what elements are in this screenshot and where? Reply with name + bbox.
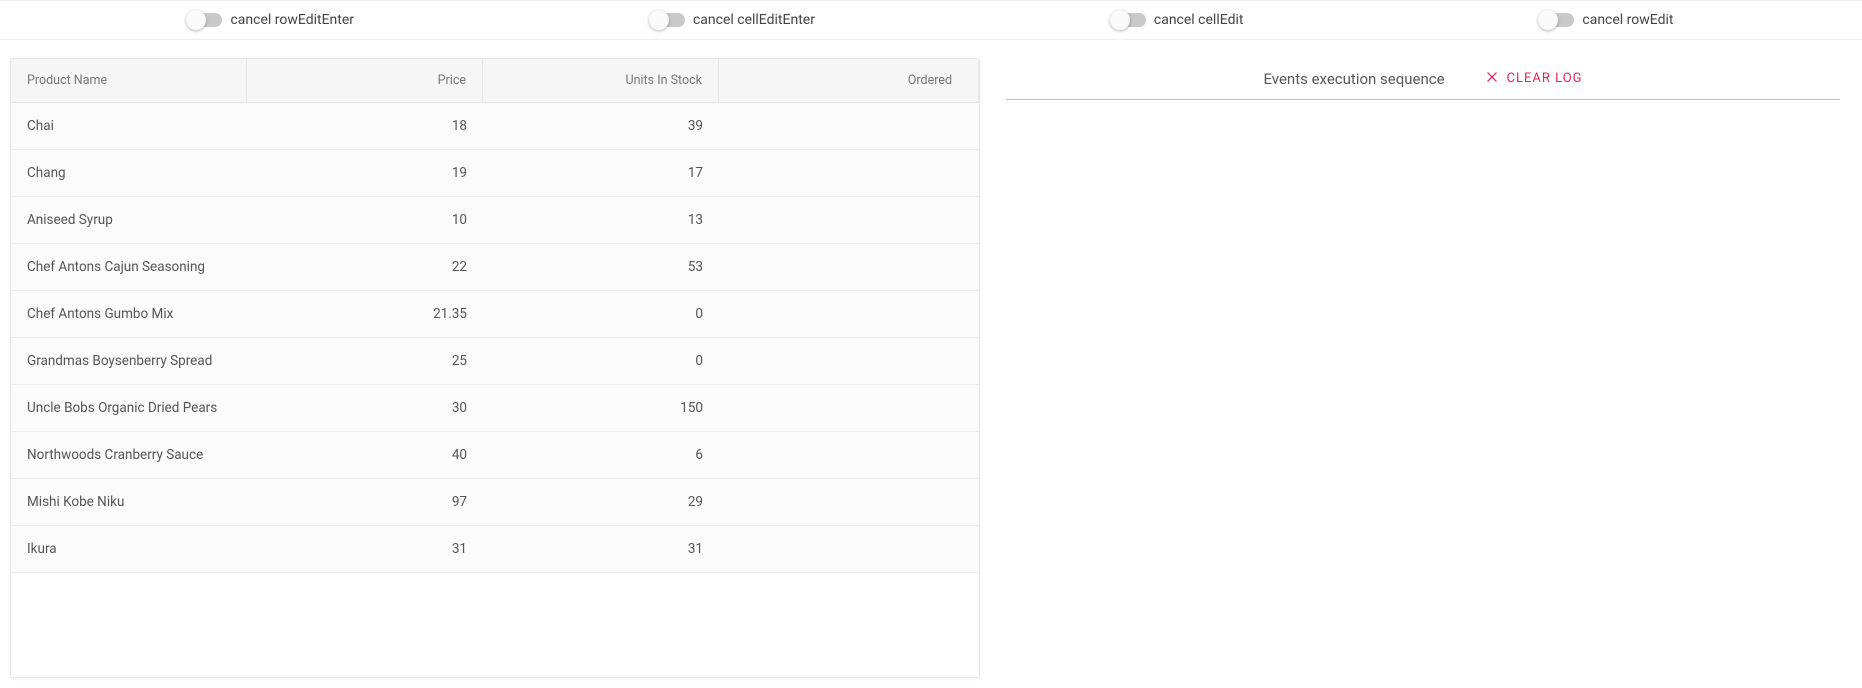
cell-price[interactable]: 21.35	[247, 291, 483, 337]
main-area: Product Name Price Units In Stock Ordere…	[0, 40, 1862, 688]
cell-price[interactable]: 97	[247, 479, 483, 525]
cell-ordered[interactable]	[719, 385, 979, 431]
column-header-price[interactable]: Price	[247, 59, 483, 102]
clear-log-label: CLEAR LOG	[1507, 71, 1583, 86]
close-icon	[1485, 70, 1499, 88]
toggle-bar: cancel rowEditEnter cancel cellEditEnter…	[0, 0, 1862, 40]
cell-price[interactable]: 18	[247, 103, 483, 149]
cell-units-in-stock[interactable]: 150	[483, 385, 719, 431]
cell-units-in-stock[interactable]: 29	[483, 479, 719, 525]
cell-product-name[interactable]: Chai	[11, 103, 247, 149]
cell-product-name[interactable]: Ikura	[11, 526, 247, 572]
cell-product-name[interactable]: Northwoods Cranberry Sauce	[11, 432, 247, 478]
table-row[interactable]: Chef Antons Gumbo Mix21.350	[11, 291, 979, 338]
cell-product-name[interactable]: Chang	[11, 150, 247, 196]
cell-product-name[interactable]: Uncle Bobs Organic Dried Pears	[11, 385, 247, 431]
toggle-cell-edit-enter: cancel cellEditEnter	[651, 12, 815, 28]
column-header-product-name[interactable]: Product Name	[11, 59, 247, 102]
toggle-label: cancel cellEditEnter	[693, 12, 815, 28]
switch-row-edit-enter[interactable]	[188, 13, 222, 27]
cell-units-in-stock[interactable]: 0	[483, 338, 719, 384]
cell-price[interactable]: 22	[247, 244, 483, 290]
cell-price[interactable]: 40	[247, 432, 483, 478]
switch-row-edit[interactable]	[1540, 13, 1574, 27]
table-row[interactable]: Mishi Kobe Niku9729	[11, 479, 979, 526]
grid-panel: Product Name Price Units In Stock Ordere…	[10, 58, 980, 678]
cell-price[interactable]: 19	[247, 150, 483, 196]
toggle-label: cancel rowEditEnter	[230, 12, 354, 28]
table-row[interactable]: Chef Antons Cajun Seasoning2253	[11, 244, 979, 291]
cell-ordered[interactable]	[719, 103, 979, 149]
log-panel: Events execution sequence CLEAR LOG	[1000, 58, 1852, 678]
table-row[interactable]: Grandmas Boysenberry Spread250	[11, 338, 979, 385]
toggle-row-edit: cancel rowEdit	[1540, 12, 1673, 28]
column-header-ordered[interactable]: Ordered	[719, 59, 979, 102]
cell-ordered[interactable]	[719, 479, 979, 525]
cell-units-in-stock[interactable]: 53	[483, 244, 719, 290]
cell-ordered[interactable]	[719, 432, 979, 478]
cell-price[interactable]: 10	[247, 197, 483, 243]
grid-body[interactable]: Chai1839Chang1917Aniseed Syrup1013Chef A…	[11, 103, 979, 677]
cell-product-name[interactable]: Mishi Kobe Niku	[11, 479, 247, 525]
toggle-cell-edit: cancel cellEdit	[1112, 12, 1244, 28]
table-row[interactable]: Uncle Bobs Organic Dried Pears30150	[11, 385, 979, 432]
cell-price[interactable]: 31	[247, 526, 483, 572]
toggle-label: cancel cellEdit	[1154, 12, 1244, 28]
cell-ordered[interactable]	[719, 291, 979, 337]
switch-cell-edit-enter[interactable]	[651, 13, 685, 27]
cell-units-in-stock[interactable]: 31	[483, 526, 719, 572]
cell-price[interactable]: 25	[247, 338, 483, 384]
cell-units-in-stock[interactable]: 0	[483, 291, 719, 337]
table-row[interactable]: Northwoods Cranberry Sauce406	[11, 432, 979, 479]
cell-units-in-stock[interactable]: 6	[483, 432, 719, 478]
table-row[interactable]: Ikura3131	[11, 526, 979, 573]
cell-ordered[interactable]	[719, 338, 979, 384]
cell-units-in-stock[interactable]: 13	[483, 197, 719, 243]
grid-header: Product Name Price Units In Stock Ordere…	[11, 59, 979, 103]
toggle-label: cancel rowEdit	[1582, 12, 1673, 28]
cell-ordered[interactable]	[719, 150, 979, 196]
toggle-row-edit-enter: cancel rowEditEnter	[188, 12, 354, 28]
column-header-units-in-stock[interactable]: Units In Stock	[483, 59, 719, 102]
cell-ordered[interactable]	[719, 197, 979, 243]
cell-units-in-stock[interactable]: 39	[483, 103, 719, 149]
log-body	[1000, 100, 1846, 678]
table-row[interactable]: Chai1839	[11, 103, 979, 150]
log-header: Events execution sequence CLEAR LOG	[1006, 58, 1840, 100]
table-row[interactable]: Aniseed Syrup1013	[11, 197, 979, 244]
clear-log-button[interactable]: CLEAR LOG	[1485, 70, 1583, 88]
cell-product-name[interactable]: Grandmas Boysenberry Spread	[11, 338, 247, 384]
cell-product-name[interactable]: Aniseed Syrup	[11, 197, 247, 243]
cell-product-name[interactable]: Chef Antons Gumbo Mix	[11, 291, 247, 337]
cell-ordered[interactable]	[719, 244, 979, 290]
table-row[interactable]: Chang1917	[11, 150, 979, 197]
cell-product-name[interactable]: Chef Antons Cajun Seasoning	[11, 244, 247, 290]
cell-units-in-stock[interactable]: 17	[483, 150, 719, 196]
cell-ordered[interactable]	[719, 526, 979, 572]
switch-cell-edit[interactable]	[1112, 13, 1146, 27]
log-title: Events execution sequence	[1263, 70, 1444, 88]
cell-price[interactable]: 30	[247, 385, 483, 431]
